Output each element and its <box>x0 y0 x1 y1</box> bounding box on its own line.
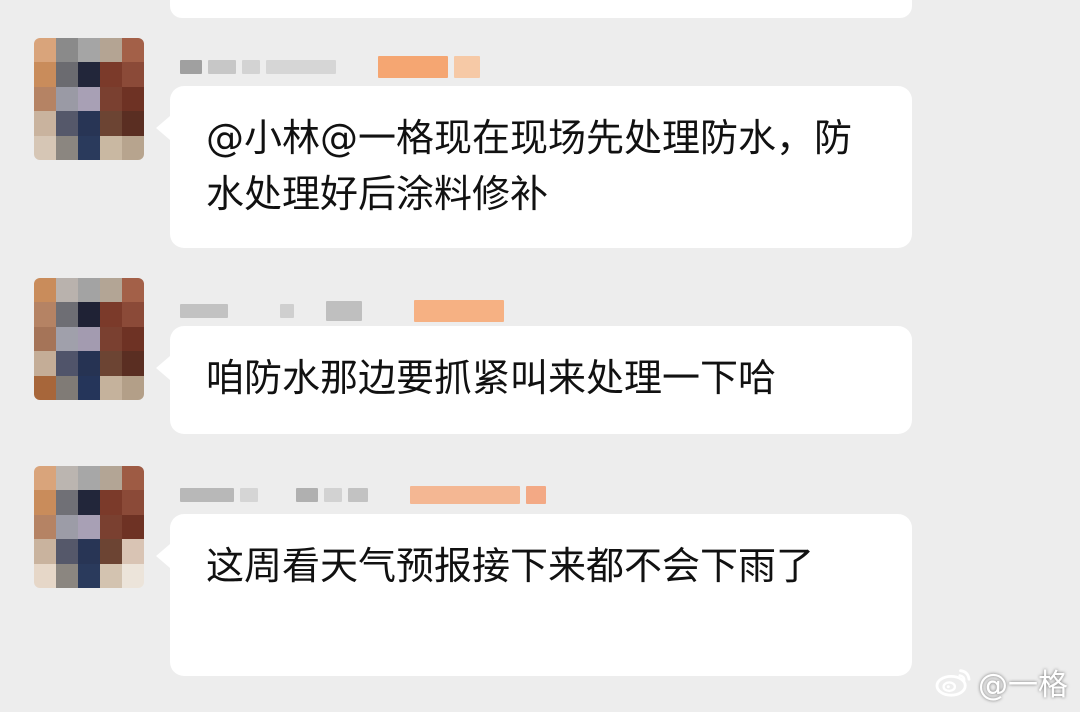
message-bubble[interactable]: 这周看天气预报接下来都不会下雨了 <box>156 514 912 676</box>
message-bubble[interactable]: @小林@一格现在现场先处理防水，防水处理好后涂料修补 <box>156 86 912 248</box>
sender-name-redacted <box>180 300 504 322</box>
message-bubble[interactable]: 咱防水那边要抓紧叫来处理一下哈 <box>156 326 912 434</box>
watermark-text: @一格 <box>978 668 1068 703</box>
sender-name-redacted <box>180 56 480 78</box>
weibo-watermark: @一格 <box>934 660 1068 704</box>
message-text: @小林@一格现在现场先处理防水，防水处理好后涂料修补 <box>206 116 853 216</box>
weibo-icon <box>935 669 971 697</box>
sender-avatar[interactable] <box>34 278 144 400</box>
sender-avatar[interactable] <box>34 38 144 160</box>
sender-avatar[interactable] <box>34 466 144 588</box>
message-text: 这周看天气预报接下来都不会下雨了 <box>206 544 815 588</box>
previous-message-bubble[interactable] <box>170 0 912 18</box>
message-text: 咱防水那边要抓紧叫来处理一下哈 <box>206 356 777 400</box>
sender-name-redacted <box>180 484 546 506</box>
